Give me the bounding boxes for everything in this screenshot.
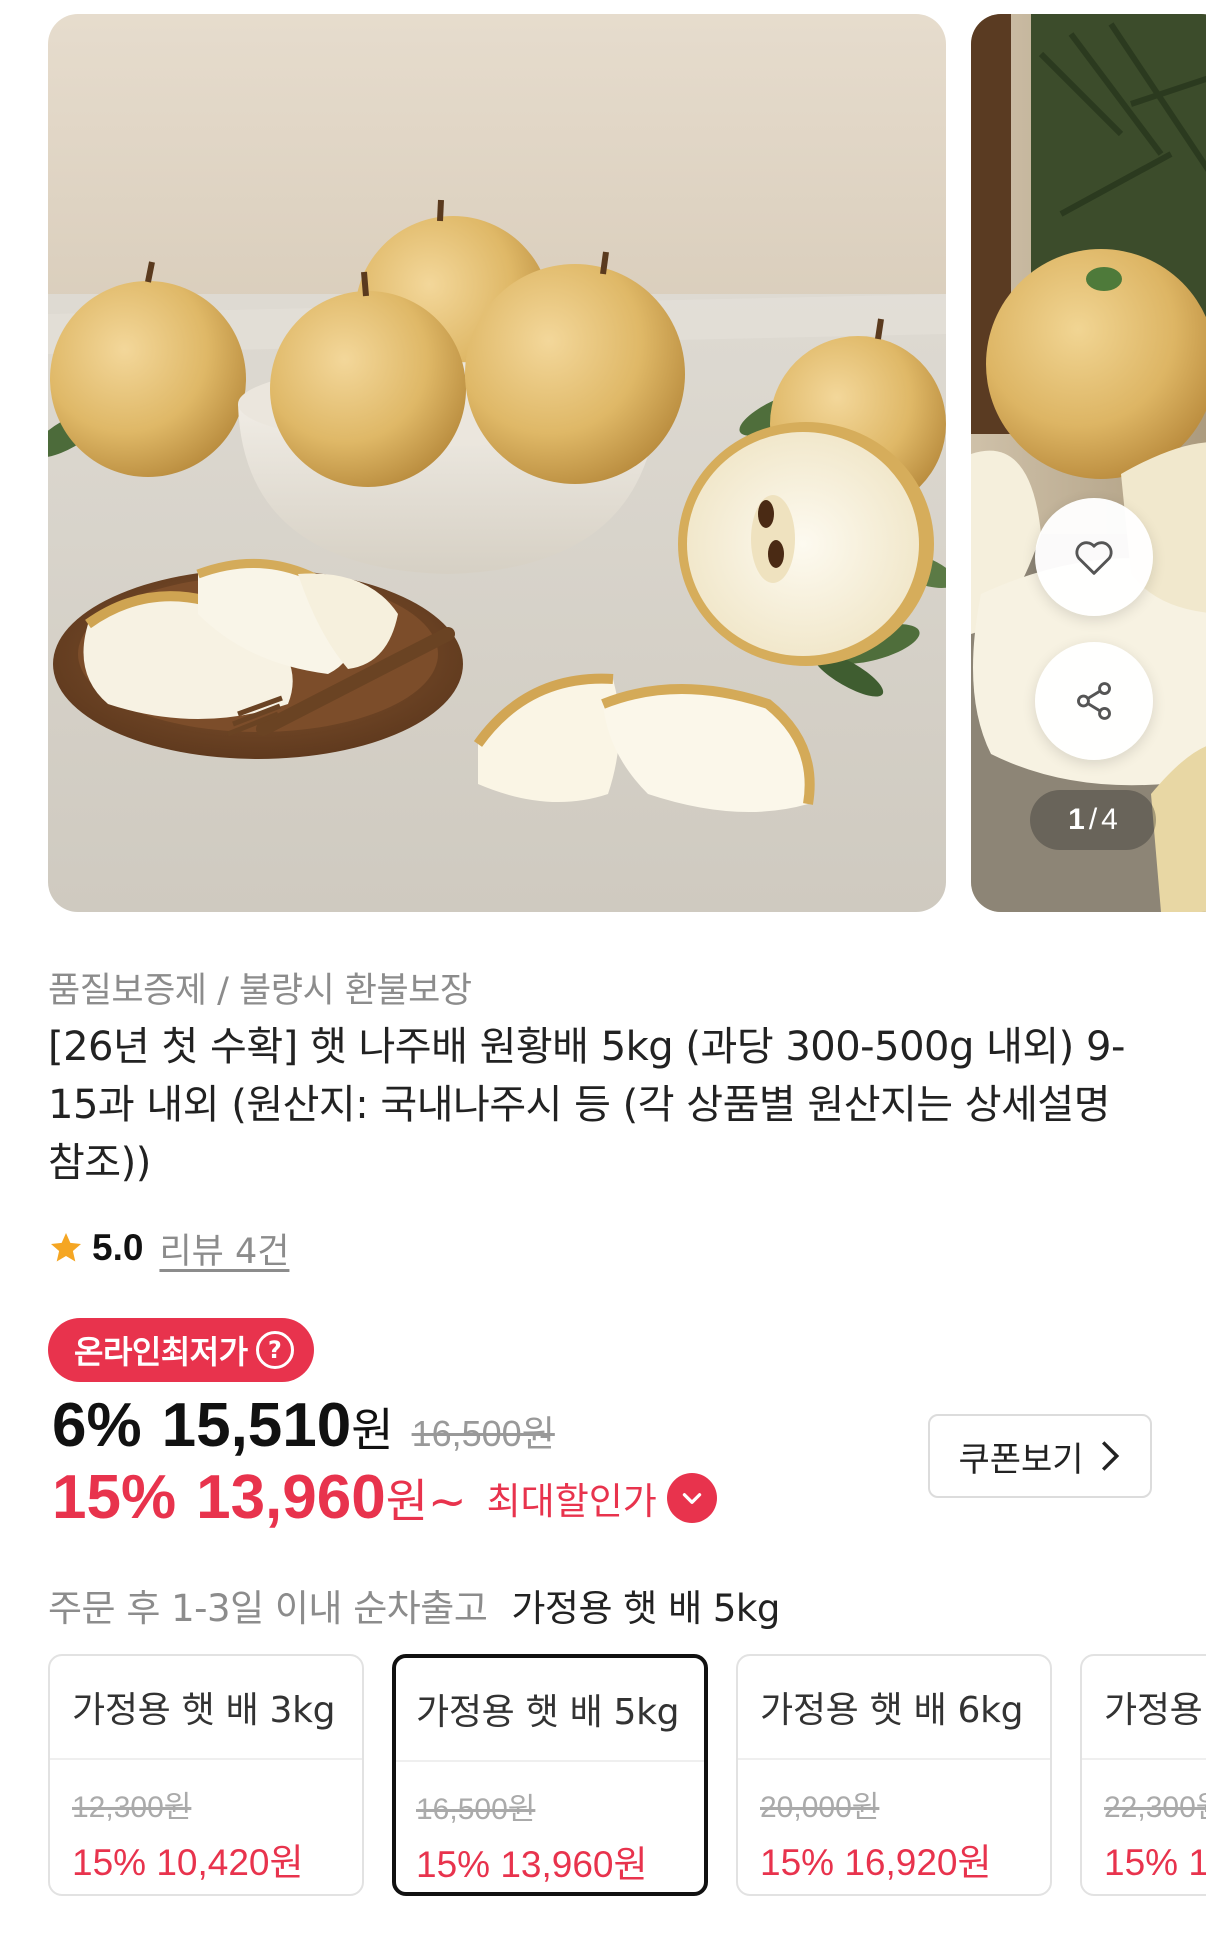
option-card-3kg[interactable]: 가정용 햇 배 3kg 12,300원 15% 10,420원: [48, 1654, 364, 1896]
review-count-link[interactable]: 리뷰 4건: [159, 1223, 289, 1274]
original-price: 16,500원: [411, 1413, 555, 1454]
view-coupon-button[interactable]: 쿠폰보기: [928, 1414, 1152, 1498]
share-button[interactable]: [1035, 642, 1153, 760]
product-image-pears-bowl[interactable]: [48, 14, 946, 912]
heart-icon: [1075, 541, 1113, 575]
option-original-price: 12,300원: [72, 1791, 192, 1824]
max-discount-label[interactable]: 최대할인가: [487, 1471, 657, 1525]
image-counter-separator: /: [1088, 803, 1098, 836]
help-icon[interactable]: ?: [255, 1331, 294, 1369]
option-name: 가정용 햇 배 6kg: [738, 1656, 1050, 1760]
quality-guarantee-text: 품질보증제 / 불량시 환불보장: [48, 971, 472, 1011]
share-icon: [1077, 682, 1111, 720]
option-name: 가정용 햇 배 5kg: [396, 1658, 704, 1762]
shipping-text: 주문 후 1-3일 이내 순차출고: [48, 1587, 488, 1630]
option-card-7kg[interactable]: 가정용 햇 배 7kg 22,300원 15% 18,960원: [1080, 1654, 1206, 1896]
lowest-price-badge-label: 온라인최저가: [74, 1333, 248, 1371]
discount-rate: 6%: [52, 1391, 142, 1460]
option-original-price: 20,000원: [760, 1791, 880, 1824]
max-discount-row: 15% 13,960 원~ 최대할인가: [52, 1462, 717, 1533]
option-sale-price: 15% 18,960원: [1104, 1842, 1206, 1883]
option-selector[interactable]: 가정용 햇 배 3kg 12,300원 15% 10,420원 가정용 햇 배 …: [48, 1654, 1206, 1900]
sale-price: 15,510: [161, 1391, 352, 1460]
image-counter-current: 1: [1068, 803, 1085, 836]
product-image-gallery[interactable]: 1 / 4: [0, 0, 1206, 920]
product-image-pear-single[interactable]: [971, 14, 1206, 912]
price-currency: 원: [351, 1403, 394, 1457]
option-name: 가정용 햇 배 3kg: [50, 1656, 362, 1760]
option-card-5kg[interactable]: 가정용 햇 배 5kg 16,500원 15% 13,960원: [392, 1654, 708, 1896]
max-discount-price: 13,960: [196, 1463, 386, 1532]
image-counter: 1 / 4: [1030, 790, 1156, 850]
rating-row[interactable]: 5.0 리뷰 4건: [48, 1218, 289, 1278]
option-sale-price: 15% 16,920원: [760, 1842, 992, 1883]
option-original-price: 22,300원: [1104, 1791, 1206, 1824]
option-sale-price: 15% 13,960원: [416, 1844, 648, 1885]
lowest-price-badge[interactable]: 온라인최저가 ?: [48, 1318, 314, 1382]
selected-option-name: 가정용 햇 배 5kg: [511, 1587, 780, 1630]
option-sale-price: 15% 10,420원: [72, 1842, 304, 1883]
chevron-down-icon[interactable]: [666, 1472, 717, 1523]
star-icon: [51, 1233, 81, 1262]
max-discount-currency: 원~: [385, 1473, 467, 1528]
product-title: [26년 첫 수확] 햇 나주배 원황배 5kg (과당 300-500g 내외…: [48, 1024, 1125, 1186]
like-button[interactable]: [1035, 498, 1153, 616]
current-price-row: 6% 15,510 원 16,500원: [52, 1390, 555, 1461]
option-name: 가정용 햇 배 7kg: [1082, 1656, 1206, 1760]
image-counter-total: 4: [1101, 803, 1118, 836]
view-coupon-label: 쿠폰보기: [958, 1439, 1084, 1480]
option-card-6kg[interactable]: 가정용 햇 배 6kg 20,000원 15% 16,920원: [736, 1654, 1052, 1896]
option-original-price: 16,500원: [416, 1793, 536, 1826]
chevron-right-icon: [1101, 1441, 1119, 1471]
rating-score: 5.0: [92, 1227, 144, 1268]
shipping-info: 주문 후 1-3일 이내 순차출고 가정용 햇 배 5kg: [48, 1578, 780, 1632]
max-discount-rate: 15%: [52, 1463, 177, 1532]
